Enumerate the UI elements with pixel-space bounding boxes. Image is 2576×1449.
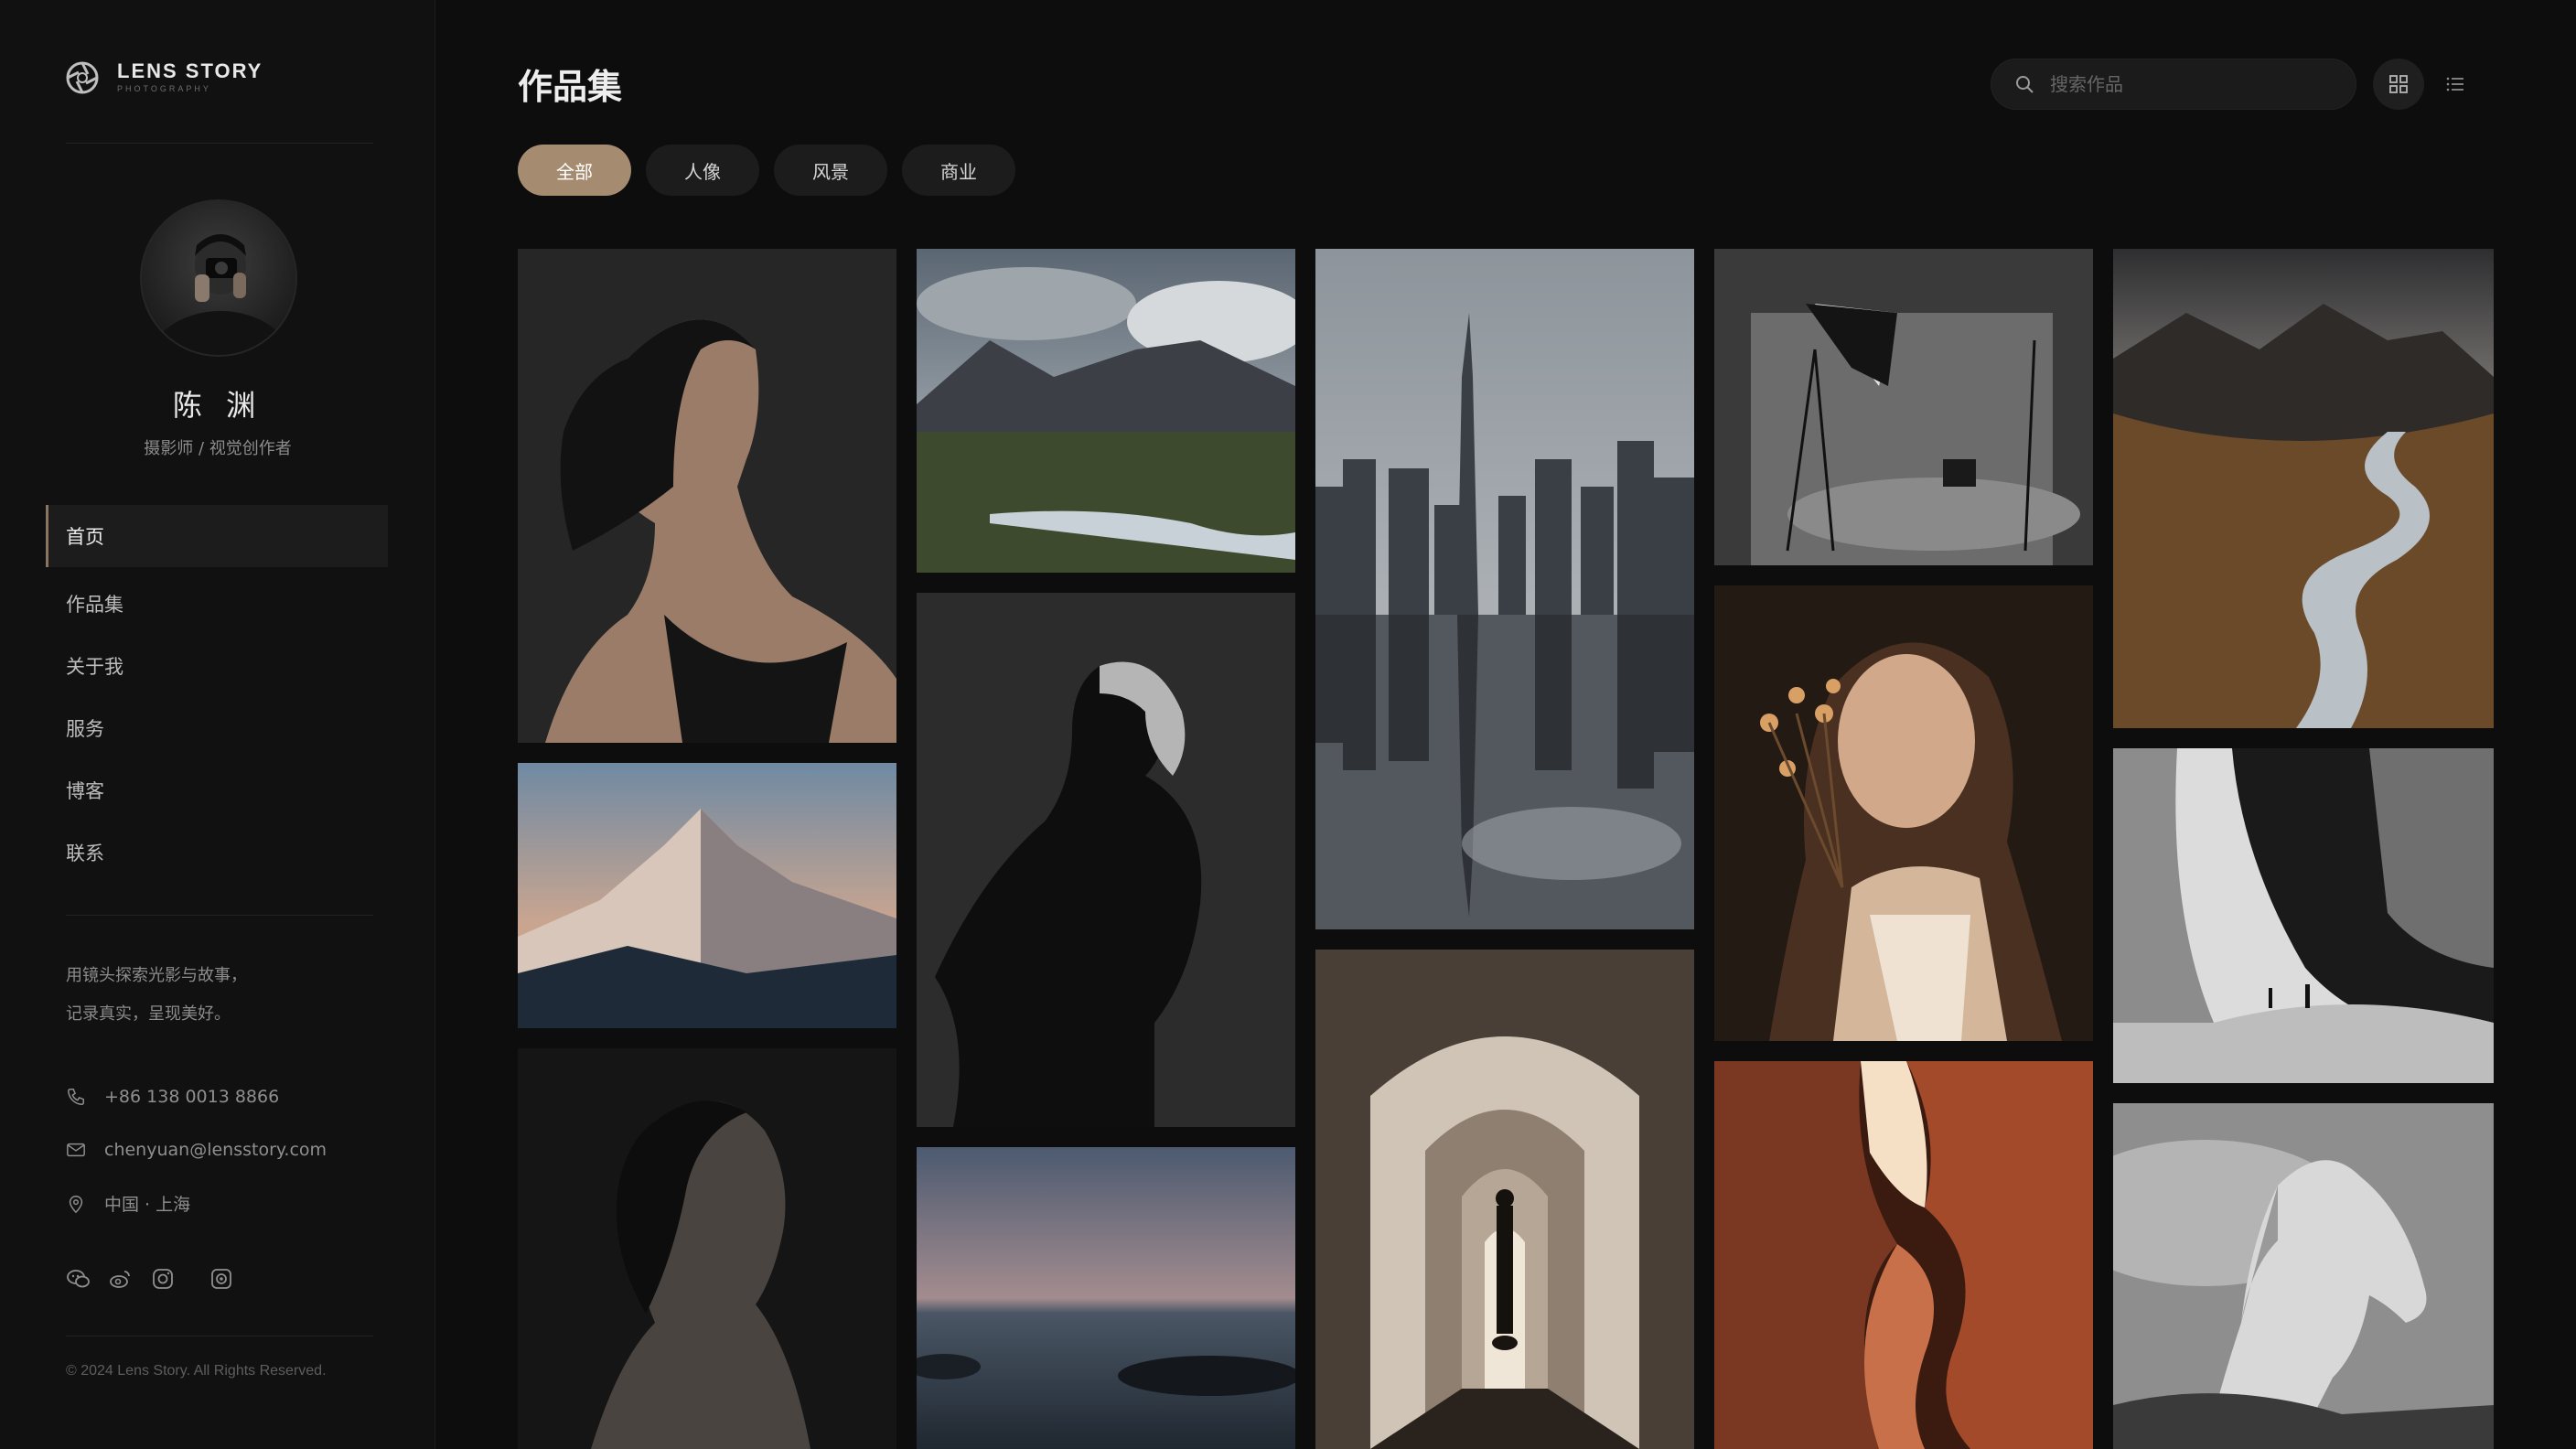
nav-item-services[interactable]: 服务 [46, 697, 388, 759]
photo-city-skyline-reflection[interactable] [1315, 249, 1694, 929]
sidebar: LENS STORY PHOTOGRAPHY 陈 渊 摄影师 / 视觉创作者 首… [0, 0, 435, 1449]
photo-portrait-woman-profile[interactable] [518, 249, 896, 743]
search-icon [2016, 76, 2034, 93]
brand[interactable]: LENS STORY PHOTOGRAPHY [66, 60, 263, 95]
search-box[interactable] [1991, 59, 2356, 110]
sidebar-nav: 首页 作品集 关于我 服务 博客 联系 [46, 505, 388, 884]
weibo-icon[interactable] [108, 1266, 134, 1292]
slogan-line: 记录真实，呈现美好。 [66, 1004, 231, 1024]
nav-item-contact[interactable]: 联系 [46, 821, 388, 884]
social-links [66, 1266, 234, 1292]
camera-app-icon[interactable] [209, 1266, 234, 1292]
photo-portrait-woman-looking-up[interactable] [518, 1048, 896, 1449]
photo-antelope-canyon[interactable] [1714, 1061, 2093, 1449]
page-title: 作品集 [518, 67, 623, 107]
filter-landscape[interactable]: 风景 [774, 145, 887, 196]
main-content: 作品集 全部 人像 风景 商业 [435, 0, 2576, 1449]
photo-snowy-mountain-sunset[interactable] [518, 763, 896, 1028]
photo-sea-twilight[interactable] [917, 1147, 1295, 1449]
contact-location: 中国 · 上海 [66, 1191, 377, 1216]
nav-item-portfolio[interactable]: 作品集 [46, 573, 388, 635]
contact-email[interactable]: chenyuan@lensstory.com [66, 1140, 377, 1160]
divider [66, 143, 373, 144]
photo-concrete-architecture[interactable] [2113, 748, 2494, 1083]
photo-bw-woman-pose[interactable] [917, 593, 1295, 1127]
photo-woman-with-flowers[interactable] [1714, 585, 2093, 1041]
divider [66, 915, 373, 916]
photo-arched-corridor-figure[interactable] [1315, 950, 1694, 1449]
photo-river-valley-mountains[interactable] [2113, 249, 2494, 728]
mail-icon [67, 1143, 85, 1157]
aperture-logo-icon [66, 61, 99, 94]
photo-studio-lights-chair[interactable] [1714, 249, 2093, 565]
grid-view-icon [2389, 75, 2408, 93]
brand-tagline: PHOTOGRAPHY [117, 84, 211, 93]
photo-white-horse-fog[interactable] [2113, 1103, 2494, 1449]
phone-icon [68, 1089, 84, 1105]
photo-valley-lake-clouds[interactable] [917, 249, 1295, 573]
location-pin-icon [69, 1195, 83, 1213]
email-text: chenyuan@lensstory.com [104, 1140, 327, 1160]
nav-item-blog[interactable]: 博客 [46, 759, 388, 821]
profile-title: 摄影师 / 视觉创作者 [144, 439, 292, 458]
nav-item-about[interactable]: 关于我 [46, 635, 388, 697]
filter-commercial[interactable]: 商业 [902, 145, 1015, 196]
filter-portrait[interactable]: 人像 [646, 145, 759, 196]
slogan: 用镜头探索光影与故事， 记录真实，呈现美好。 [66, 957, 247, 1034]
location-text: 中国 · 上海 [104, 1195, 191, 1215]
list-view-icon [2446, 77, 2463, 91]
filter-all[interactable]: 全部 [518, 145, 631, 196]
wechat-icon[interactable] [66, 1266, 91, 1292]
grid-view-button[interactable] [2373, 59, 2424, 110]
phone-text: +86 138 0013 8866 [104, 1087, 280, 1107]
avatar [140, 199, 297, 357]
instagram-icon[interactable] [150, 1266, 176, 1292]
brand-name: LENS STORY [117, 59, 263, 82]
profile-name: 陈 渊 [172, 388, 263, 423]
category-filters: 全部 人像 风景 商业 [518, 145, 1015, 196]
list-view-button[interactable] [2430, 59, 2481, 110]
copyright: © 2024 Lens Story. All Rights Reserved. [66, 1363, 327, 1379]
contact-phone[interactable]: +86 138 0013 8866 [66, 1087, 377, 1107]
nav-item-home[interactable]: 首页 [46, 505, 388, 567]
search-input[interactable] [2050, 73, 2324, 95]
slogan-line: 用镜头探索光影与故事， [66, 966, 247, 985]
